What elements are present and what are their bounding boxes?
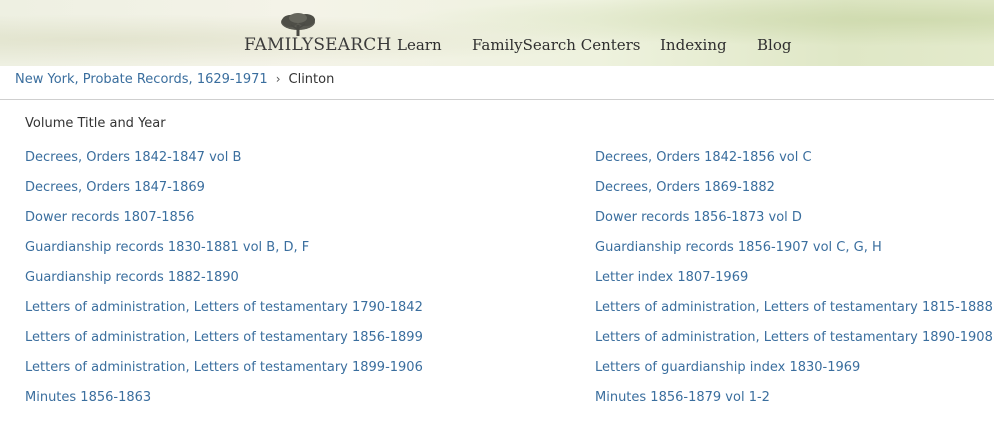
volume-link[interactable]: Letters of administration, Letters of te…: [595, 299, 993, 329]
volume-link[interactable]: Guardianship records 1830-1881 vol B, D,…: [25, 239, 423, 269]
volume-list-right: Decrees, Orders 1842-1856 vol C Decrees,…: [595, 149, 993, 419]
volume-link[interactable]: Letters of administration, Letters of te…: [25, 329, 423, 359]
nav-indexing[interactable]: Indexing: [660, 36, 727, 54]
logo-text: FAMILYSEARCH: [244, 35, 392, 55]
volume-link[interactable]: Decrees, Orders 1842-1856 vol C: [595, 149, 993, 179]
volume-link[interactable]: Decrees, Orders 1847-1869: [25, 179, 423, 209]
tree-icon: [281, 13, 315, 36]
breadcrumb: New York, Probate Records, 1629-1971 › Cli…: [15, 72, 334, 87]
divider: [0, 99, 994, 100]
volume-link[interactable]: Letters of administration, Letters of te…: [595, 329, 993, 359]
volume-link[interactable]: Minutes 1856-1879 vol 1-2: [595, 389, 993, 419]
volume-link[interactable]: Letter index 1807-1969: [595, 269, 993, 299]
familysearch-logo[interactable]: FAMILYSEARCH: [244, 13, 391, 57]
breadcrumb-separator: ›: [275, 72, 281, 86]
volume-link[interactable]: Letters of administration, Letters of te…: [25, 299, 423, 329]
volume-link[interactable]: Guardianship records 1856-1907 vol C, G,…: [595, 239, 993, 269]
nav-blog[interactable]: Blog: [757, 36, 791, 54]
site-header: FAMILYSEARCH Learn FamilySearch Centers …: [0, 0, 994, 66]
volume-link[interactable]: Letters of administration, Letters of te…: [25, 359, 423, 389]
volume-link[interactable]: Letters of guardianship index 1830-1969: [595, 359, 993, 389]
volume-link[interactable]: Dower records 1807-1856: [25, 209, 423, 239]
breadcrumb-parent-link[interactable]: New York, Probate Records, 1629-1971: [15, 72, 268, 87]
nav-learn[interactable]: Learn: [397, 36, 442, 54]
section-title: Volume Title and Year: [25, 116, 166, 131]
breadcrumb-current: Clinton: [288, 72, 335, 87]
volume-list-left: Decrees, Orders 1842-1847 vol B Decrees,…: [25, 149, 423, 419]
volume-link[interactable]: Decrees, Orders 1869-1882: [595, 179, 993, 209]
volume-link[interactable]: Decrees, Orders 1842-1847 vol B: [25, 149, 423, 179]
volume-link[interactable]: Dower records 1856-1873 vol D: [595, 209, 993, 239]
volume-link[interactable]: Guardianship records 1882-1890: [25, 269, 423, 299]
volume-link[interactable]: Minutes 1856-1863: [25, 389, 423, 419]
nav-familysearch-centers[interactable]: FamilySearch Centers: [472, 36, 641, 54]
